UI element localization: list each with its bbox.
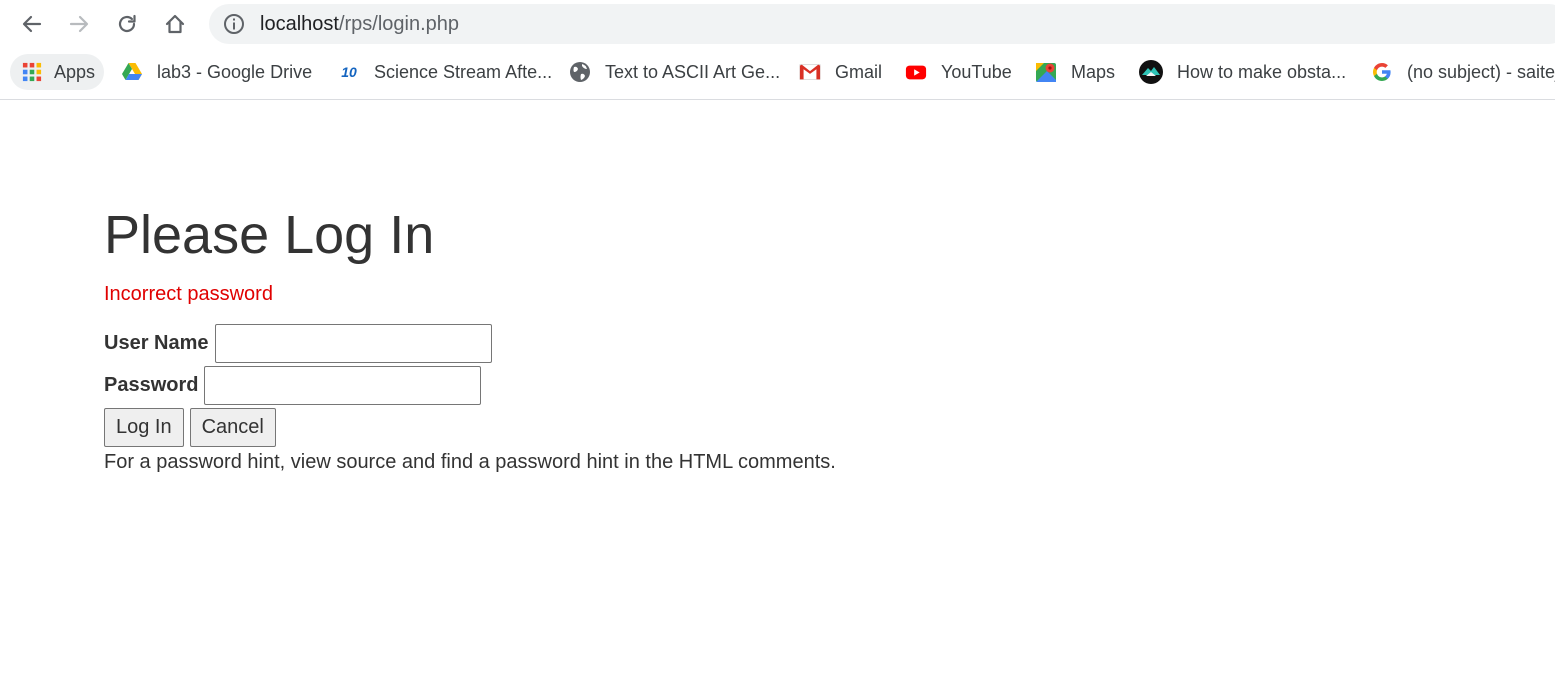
youtube-icon <box>905 65 927 80</box>
bookmark-google-drive[interactable]: lab3 - Google Drive <box>121 54 312 90</box>
bookmark-label: Apps <box>54 61 96 82</box>
username-input[interactable] <box>214 324 492 363</box>
password-label: Password <box>104 374 199 396</box>
bookmark-label: Maps <box>1071 61 1116 82</box>
password-input[interactable] <box>204 366 482 405</box>
mountain-icon <box>1139 60 1163 84</box>
browser-toolbar: localhost/rps/login.php <box>0 0 1555 50</box>
bookmark-ascii-art[interactable]: Text to ASCII Art Ge... <box>569 54 780 90</box>
url-host: localhost <box>260 13 339 35</box>
url-path: /rps/login.php <box>338 13 460 35</box>
bookmark-no-subject[interactable]: (no subject) - saitej <box>1371 54 1555 90</box>
error-message: Incorrect password <box>104 283 273 305</box>
bookmark-label: lab3 - Google Drive <box>157 61 313 82</box>
bookmark-science-stream[interactable]: 10 Science Stream Afte... <box>338 54 552 90</box>
bookmark-obstacle[interactable]: How to make obsta... <box>1139 54 1346 90</box>
globe-icon <box>570 62 590 82</box>
bookmarks-bar: Apps lab3 - Google Drive 10 Science Stre… <box>0 50 1555 100</box>
cancel-button[interactable]: Cancel <box>189 408 276 447</box>
bookmark-label: How to make obsta... <box>1177 61 1347 82</box>
bookmark-maps[interactable]: Maps <box>1035 54 1115 90</box>
reload-icon <box>118 14 136 33</box>
username-row: User Name <box>104 324 492 363</box>
bookmark-apps[interactable]: Apps <box>10 54 104 90</box>
bookmark-label: (no subject) - saitej <box>1407 61 1555 82</box>
bookmark-youtube[interactable]: YouTube <box>905 54 1012 90</box>
password-row: Password <box>104 366 482 405</box>
username-label: User Name <box>104 332 209 354</box>
google-drive-icon <box>122 63 142 80</box>
reload-button[interactable] <box>111 8 143 40</box>
google-icon <box>1373 63 1391 81</box>
forward-button[interactable] <box>63 8 95 40</box>
login-button[interactable]: Log In <box>104 408 184 447</box>
button-row: Log In Cancel <box>104 408 282 447</box>
bookmark-label: Text to ASCII Art Ge... <box>605 61 781 82</box>
home-button[interactable] <box>159 8 191 40</box>
bookmark-gmail[interactable]: Gmail <box>799 54 882 90</box>
address-bar[interactable]: localhost/rps/login.php <box>209 4 1555 44</box>
ten-icon: 10 <box>341 64 357 80</box>
url-text[interactable]: localhost/rps/login.php <box>260 13 459 35</box>
back-button[interactable] <box>16 8 48 40</box>
arrow-right-icon <box>69 15 89 33</box>
info-icon[interactable] <box>223 13 245 35</box>
page-title: Please Log In <box>104 205 435 265</box>
gmail-icon <box>799 64 821 80</box>
home-icon <box>165 14 185 34</box>
arrow-left-icon <box>22 15 42 33</box>
bookmark-label: YouTube <box>941 61 1012 82</box>
bookmark-label: Gmail <box>835 61 883 82</box>
password-hint-text: For a password hint, view source and fin… <box>104 451 836 473</box>
maps-icon <box>1036 63 1056 82</box>
apps-grid-icon <box>22 62 42 82</box>
bookmark-label: Science Stream Afte... <box>374 61 553 82</box>
